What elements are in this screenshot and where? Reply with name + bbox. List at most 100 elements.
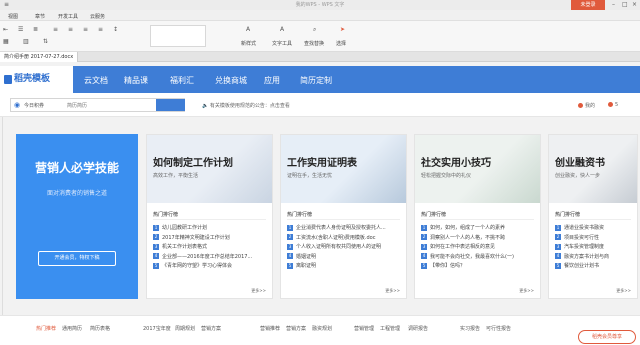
card-list-item[interactable]: 4 婚姻证明	[287, 253, 402, 263]
card-banner[interactable]	[415, 135, 540, 203]
footer-link[interactable]: 2017宝年度	[143, 325, 171, 332]
promo-banner[interactable]: 营销人必学技能 面对消费者的销售之道 开通会员，特权下稿	[16, 134, 138, 299]
card-list-item-text: 餐饮创业计划书	[564, 263, 600, 270]
card-title[interactable]: 工作实用证明表	[287, 154, 357, 169]
brand-tab[interactable]: 稻壳模板	[0, 66, 73, 93]
text-tools-icon[interactable]: A	[280, 26, 284, 33]
search-button[interactable]	[156, 99, 185, 111]
footer-link[interactable]: 通用简历	[62, 325, 82, 332]
close-icon[interactable]: ×	[632, 1, 637, 8]
select-label[interactable]: 选择	[336, 40, 346, 47]
card-banner[interactable]	[147, 135, 272, 203]
card-list-item[interactable]: 2 工资流水(含职人证明)费用模板.doc	[287, 234, 402, 244]
card-title[interactable]: 创业融资书	[555, 154, 605, 169]
card-list-item[interactable]: 3 个人收入证明所有权共同使用人的证明	[287, 243, 402, 253]
footer-link[interactable]: 可行性报告	[486, 325, 511, 332]
new-style-icon[interactable]: A	[246, 26, 250, 33]
indent-icon[interactable]: ⇤	[3, 26, 8, 33]
card-list-item[interactable]: 2 项目投资可行性	[555, 234, 633, 244]
select-cursor-icon[interactable]: ➤	[340, 26, 345, 33]
menu-item-devtools[interactable]: 开发工具	[58, 13, 78, 20]
justify-icon[interactable]: ≡	[98, 26, 103, 33]
topic-card[interactable]: 创业融资书 创业融资，快人一步 热门排行榜 1 通道业投资书融资 2 项目投资可行性 3 汽车投…	[548, 134, 638, 299]
align-center-icon[interactable]: ≡	[68, 26, 73, 33]
footer-link[interactable]: 工程管理	[380, 325, 400, 332]
card-list: 1 企业消费代表人身份证明及授权委托人... 2 工资流水(含职人证明)费用模板.do…	[287, 224, 402, 272]
menu-item-chapter[interactable]: 章节	[35, 13, 45, 20]
card-list-item[interactable]: 4 企业部——2016年度工作总结年2017...	[153, 253, 268, 263]
line-spacing-icon[interactable]: ↕	[113, 26, 118, 33]
search-input[interactable]	[67, 101, 151, 110]
card-list-item[interactable]: 5 【带你】信吗？	[421, 262, 536, 272]
card-list-item[interactable]: 3 汽车投资管理制度	[555, 243, 633, 253]
footer-link[interactable]: 营销管理	[354, 325, 374, 332]
footer-link[interactable]: 营销推荐	[260, 325, 280, 332]
card-list-item-text: 2017年精神文明建设工作计划	[162, 234, 230, 241]
topic-card[interactable]: 工作实用证明表 证明在手，生活无忧 热门排行榜 1 企业消费代表人身份证明及授权委托人.…	[280, 134, 407, 299]
footer-link[interactable]: 简历表格	[90, 325, 110, 332]
maximize-icon[interactable]: □	[622, 1, 628, 8]
topic-card[interactable]: 如何制定工作计划 高效工作，平衡生活 热门排行榜 1 幼儿园教研工作计划 2 2017年精神…	[146, 134, 273, 299]
my-link[interactable]: 我的	[578, 102, 595, 109]
notification-link[interactable]: 5	[608, 102, 618, 108]
find-replace-icon[interactable]: ⌕	[313, 26, 316, 34]
footer-link[interactable]: 营销方案	[201, 325, 221, 332]
find-replace-label[interactable]: 查找替换	[304, 40, 324, 47]
footer-link[interactable]: 周期规划	[175, 325, 195, 332]
card-more-link[interactable]: 更多>>	[385, 288, 400, 294]
card-list-item[interactable]: 4 融资方案书计划与商	[555, 253, 633, 263]
numbered-list-icon[interactable]: ≣	[33, 26, 38, 33]
card-list-item-text: 企业消费代表人身份证明及授权委托人...	[296, 225, 386, 231]
document-tab[interactable]: 简介绍手册 2017-07-27.docx	[0, 52, 79, 62]
card-title[interactable]: 社交实用小技巧	[421, 154, 491, 169]
card-list-item[interactable]: 1 通道业投资书融资	[555, 224, 633, 234]
login-button[interactable]: 未登录	[571, 0, 605, 10]
style-gallery[interactable]	[150, 25, 206, 47]
card-banner[interactable]	[281, 135, 406, 203]
footer-link[interactable]: 实习报告	[460, 325, 480, 332]
card-list-item[interactable]: 3 机关工作计划表格式	[153, 243, 268, 253]
text-tools-label[interactable]: 文字工具	[272, 40, 292, 47]
align-left-icon[interactable]: ≡	[53, 26, 58, 33]
border-icon[interactable]: ▦	[3, 38, 9, 45]
nav-item-benefits[interactable]: 福利汇	[170, 75, 194, 86]
card-list-item[interactable]: 4 我可能不会向社交，我最喜欢什么(一)	[421, 253, 536, 263]
card-list-item[interactable]: 1 企业消费代表人身份证明及授权委托人...	[287, 224, 402, 234]
nav-item-resume[interactable]: 简历定制	[300, 75, 332, 86]
nav-item-store[interactable]: 兑换商城	[215, 75, 247, 86]
minimize-icon[interactable]: –	[612, 1, 615, 8]
sort-icon[interactable]: ⇅	[43, 38, 48, 45]
promo-title: 营销人必学技能	[34, 161, 119, 175]
announcement[interactable]: 🔈 有关模板使用规范的公告：点击查看	[202, 102, 290, 109]
card-list-item[interactable]: 5 离职证明	[287, 262, 402, 272]
nav-item-courses[interactable]: 精品课	[124, 75, 148, 86]
promo-button[interactable]: 开通会员，特权下稿	[38, 251, 116, 266]
footer-link[interactable]: 调研报告	[408, 325, 428, 332]
card-list-item[interactable]: 2 2017年精神文明建设工作计划	[153, 234, 268, 244]
card-more-link[interactable]: 更多>>	[616, 288, 631, 294]
card-more-link[interactable]: 更多>>	[519, 288, 534, 294]
footer-link[interactable]: 营销方案	[286, 325, 306, 332]
menu-item-view[interactable]: 视图	[8, 13, 18, 20]
search-scope[interactable]: 今日积券	[24, 102, 44, 109]
card-more-link[interactable]: 更多>>	[251, 288, 266, 294]
nav-item-apps[interactable]: 应用	[264, 75, 280, 86]
new-style-label[interactable]: 新样式	[241, 40, 256, 47]
member-button[interactable]: 稻壳会员尊享	[578, 330, 636, 344]
card-list-item[interactable]: 5 《青年网的守望》学习心得体会	[153, 262, 268, 272]
card-list-item[interactable]: 3 如何在工作中表达相反的意见	[421, 243, 536, 253]
nav-item-cloud-docs[interactable]: 云文档	[84, 75, 108, 86]
align-right-icon[interactable]: ≡	[83, 26, 88, 33]
card-list-item[interactable]: 1 如何，如何，组成了一个人的素养	[421, 224, 536, 234]
card-list-item[interactable]: 2 洞察别人一个人的人格，不挑不跨	[421, 234, 536, 244]
card-list-item[interactable]: 5 餐饮创业计划书	[555, 262, 633, 272]
footer-link[interactable]: 融资规划	[312, 325, 332, 332]
card-title[interactable]: 如何制定工作计划	[153, 154, 233, 169]
menu-item-cloud[interactable]: 云服务	[90, 13, 105, 20]
card-list-item[interactable]: 1 幼儿园教研工作计划	[153, 224, 268, 234]
footer-link[interactable]: 热门推荐	[36, 325, 56, 332]
topic-card[interactable]: 社交实用小技巧 轻松把握交际中的礼仪 热门排行榜 1 如何，如何，组成了一个人的素养 2 洞…	[414, 134, 541, 299]
shading-icon[interactable]: ▥	[23, 38, 29, 45]
card-banner[interactable]	[549, 135, 637, 203]
list-icon[interactable]: ☰	[18, 26, 23, 33]
